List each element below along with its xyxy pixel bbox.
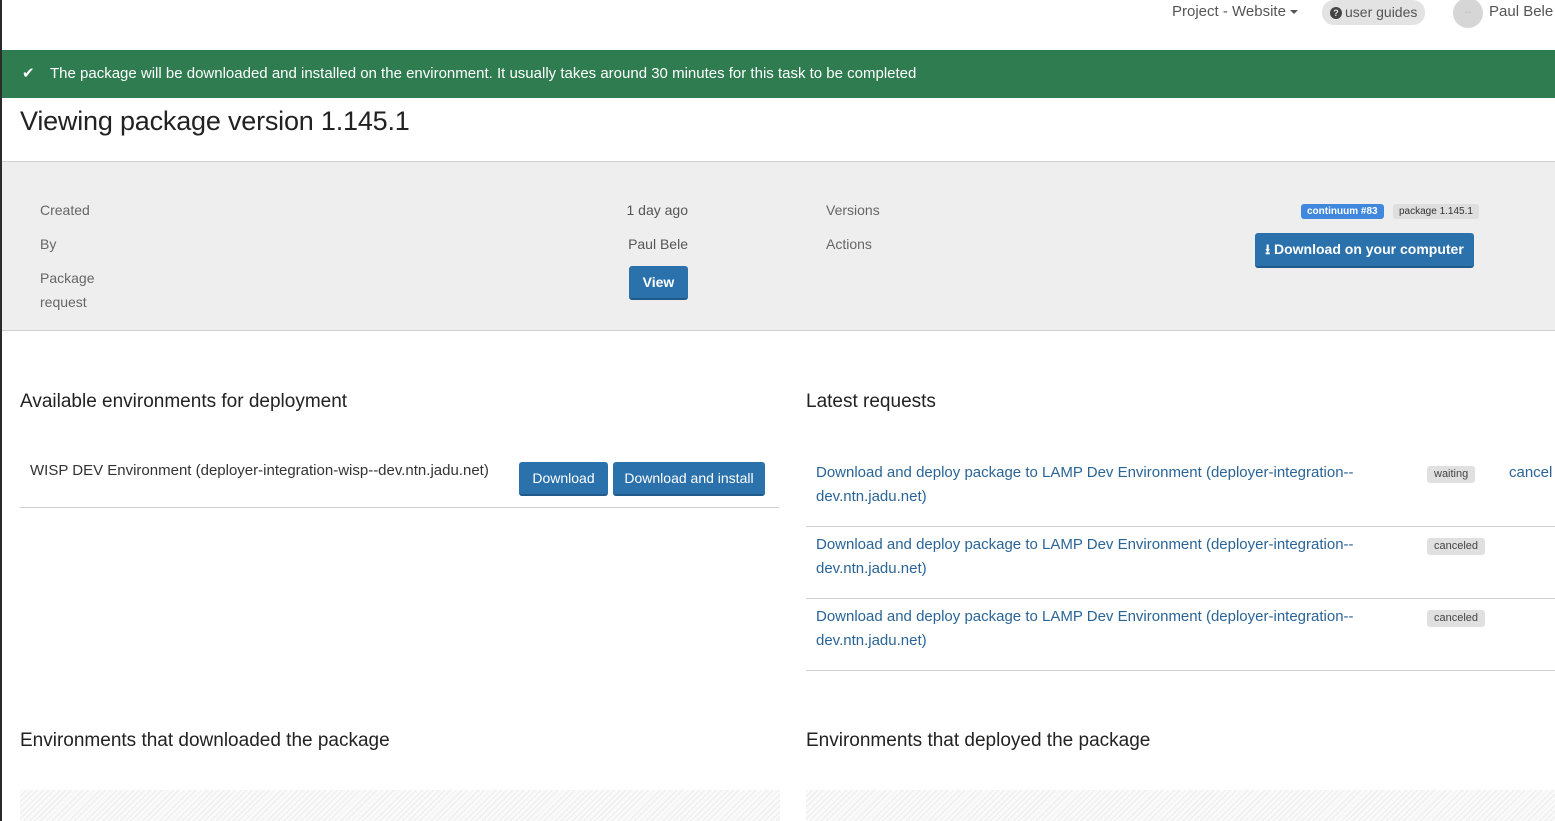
project-dropdown-label: Project - Website bbox=[1172, 3, 1286, 20]
success-alert: ✔ The package will be downloaded and ins… bbox=[2, 50, 1555, 98]
package-info-panel: Created 1 day ago By Paul Bele Package r… bbox=[2, 161, 1555, 331]
latest-requests-title: Latest requests bbox=[806, 391, 936, 412]
alert-message: The package will be downloaded and insta… bbox=[50, 65, 917, 82]
avatar[interactable]: -- bbox=[1453, 0, 1483, 28]
available-environments-title: Available environments for deployment bbox=[20, 391, 348, 412]
page-title: Viewing package version 1.145.1 bbox=[20, 106, 410, 136]
downloaded-environments-title: Environments that downloaded the package bbox=[20, 730, 390, 751]
user-guides-label: user guides bbox=[1345, 4, 1418, 20]
top-nav: Project - Website ? user guides -- Paul B… bbox=[0, 0, 1555, 50]
download-on-computer-button[interactable]: ⭳ Download on your computer bbox=[1255, 233, 1474, 268]
downloaded-environments-placeholder bbox=[20, 790, 780, 821]
download-button[interactable]: Download bbox=[519, 462, 608, 496]
caret-down-icon bbox=[1289, 10, 1298, 15]
deployed-environments-placeholder bbox=[806, 790, 1555, 821]
request-link[interactable]: Download and deploy package to LAMP Dev … bbox=[816, 533, 1386, 581]
by-value: Paul Bele bbox=[628, 236, 688, 252]
status-badge: canceled bbox=[1427, 610, 1486, 627]
created-value: 1 day ago bbox=[626, 202, 689, 218]
package-request-label: Package request bbox=[40, 266, 94, 314]
environment-name: WISP DEV Environment (deployer-integrati… bbox=[30, 462, 489, 479]
package-request-label-line2: request bbox=[40, 294, 87, 310]
request-row: Download and deploy package to LAMP Dev … bbox=[806, 455, 1555, 527]
request-row: Download and deploy package to LAMP Dev … bbox=[806, 599, 1555, 671]
view-package-request-button[interactable]: View bbox=[629, 266, 688, 300]
user-name[interactable]: Paul Bele bbox=[1489, 3, 1553, 20]
user-guides-button[interactable]: ? user guides bbox=[1322, 0, 1426, 25]
version-badge-package: package 1.145.1 bbox=[1393, 204, 1479, 219]
download-on-computer-label: Download on your computer bbox=[1274, 241, 1464, 257]
request-link[interactable]: Download and deploy package to LAMP Dev … bbox=[816, 461, 1386, 509]
window-left-edge bbox=[0, 0, 2, 821]
deployed-environments-title: Environments that deployed the package bbox=[806, 730, 1151, 751]
cancel-request-link[interactable]: cancel bbox=[1509, 461, 1552, 485]
status-badge: canceled bbox=[1427, 538, 1486, 555]
versions-label: Versions bbox=[826, 202, 880, 218]
status-badge: waiting bbox=[1427, 466, 1476, 483]
request-row: Download and deploy package to LAMP Dev … bbox=[806, 527, 1555, 599]
package-request-label-line1: Package bbox=[40, 270, 95, 286]
environment-row: WISP DEV Environment (deployer-integrati… bbox=[20, 454, 779, 508]
request-link[interactable]: Download and deploy package to LAMP Dev … bbox=[816, 605, 1386, 653]
check-icon: ✔ bbox=[22, 65, 35, 82]
actions-label: Actions bbox=[826, 236, 872, 252]
question-circle-icon: ? bbox=[1330, 7, 1342, 19]
by-label: By bbox=[40, 236, 57, 252]
project-dropdown[interactable]: Project - Website bbox=[1172, 3, 1298, 20]
created-label: Created bbox=[40, 202, 90, 218]
download-icon: ⭳ bbox=[1265, 241, 1271, 257]
version-badge-continuum: continuum #83 bbox=[1301, 204, 1384, 219]
download-and-install-button[interactable]: Download and install bbox=[613, 462, 765, 496]
